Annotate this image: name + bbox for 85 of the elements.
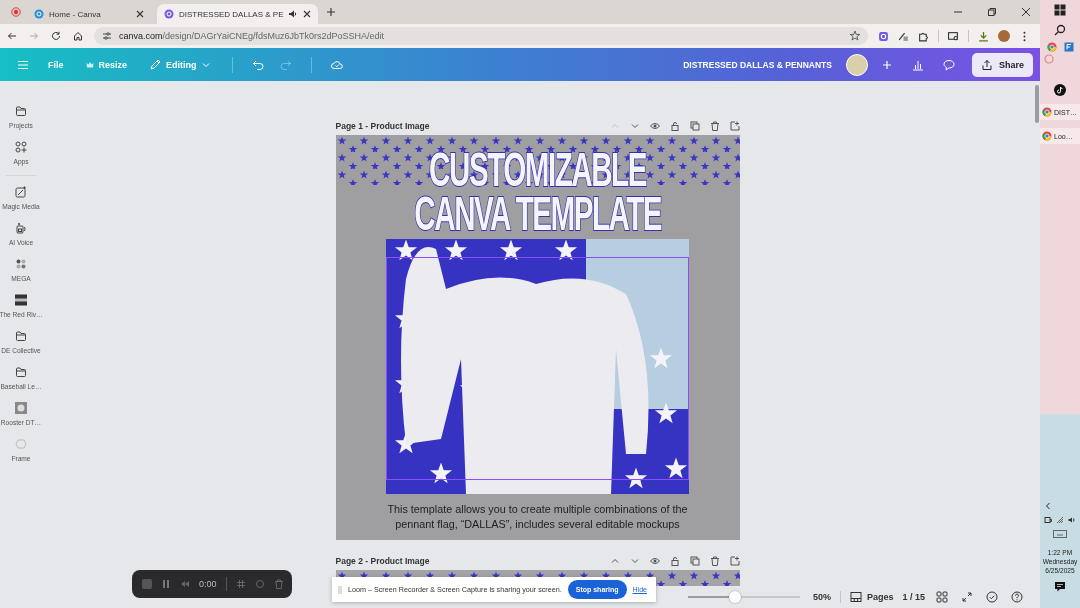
restore-icon[interactable] (987, 7, 997, 17)
pause-icon[interactable] (161, 579, 171, 589)
slider-thumb[interactable] (728, 591, 741, 603)
new-tab-icon[interactable] (326, 7, 337, 17)
trash-icon[interactable] (273, 579, 284, 589)
fullscreen-icon[interactable] (961, 591, 973, 603)
trash-icon[interactable] (709, 121, 720, 131)
folder-icon (15, 105, 27, 117)
close-icon[interactable] (303, 10, 312, 18)
rewind-icon[interactable] (180, 579, 190, 589)
apps-icon (15, 141, 27, 153)
chrome-icon[interactable] (1046, 42, 1057, 52)
cloud-check-icon[interactable] (330, 58, 343, 71)
caption-text[interactable]: This template allows you to create multiple combinations of the pennant flag, “DALLAS”, includes several editable mockups (367, 502, 708, 532)
duplicate-icon[interactable] (689, 556, 700, 566)
trash-icon[interactable] (709, 556, 720, 566)
chrome-icon (1042, 107, 1052, 117)
keyboard-icon[interactable] (1053, 530, 1067, 538)
pages-icon (849, 591, 862, 603)
zoom-reading[interactable]: 50% (812, 592, 831, 602)
eye-icon[interactable] (649, 556, 660, 566)
grid-icon[interactable] (235, 579, 246, 589)
browser-tab[interactable]: Home - Canva (27, 4, 151, 24)
magic-image-icon (15, 186, 27, 198)
back-icon[interactable] (7, 31, 17, 41)
zoom-slider[interactable] (687, 591, 800, 603)
add-page-icon[interactable] (729, 556, 740, 566)
page-counter: 1 / 15 (902, 592, 925, 602)
notification-icon[interactable] (1054, 581, 1066, 593)
share-icon (981, 58, 993, 71)
download-icon[interactable] (978, 30, 989, 42)
grid-view-icon[interactable] (936, 591, 948, 603)
duplicate-icon[interactable] (689, 121, 700, 131)
crown-icon (85, 60, 94, 69)
folder-icon (15, 330, 27, 342)
drag-handle-icon[interactable] (338, 584, 342, 595)
windows-logo-icon[interactable] (1054, 4, 1066, 16)
site-info-icon[interactable] (102, 31, 112, 41)
canva-logo-icon (164, 9, 174, 19)
app-icon[interactable] (1063, 42, 1074, 52)
comment-icon[interactable] (943, 58, 955, 71)
home-icon[interactable] (73, 31, 83, 41)
add-page-icon[interactable] (729, 121, 740, 131)
chevron-left-icon[interactable] (1044, 502, 1052, 510)
page-title: Page 2 - Product Image (335, 556, 430, 566)
lock-icon[interactable] (669, 556, 680, 566)
chevron-down-icon (201, 60, 210, 69)
record-icon[interactable] (11, 7, 21, 17)
eye-icon[interactable] (649, 121, 660, 131)
design-title[interactable]: DISTRESSED DALLAS & PENNANTS (683, 59, 832, 70)
tiktok-note-icon[interactable] (1054, 84, 1066, 96)
volume-icon[interactable] (1068, 516, 1076, 524)
extension-icon[interactable] (878, 30, 889, 42)
check-icon[interactable] (986, 591, 998, 603)
analytics-icon[interactable] (912, 58, 924, 71)
reload-icon[interactable] (51, 31, 61, 41)
plus-icon[interactable] (881, 58, 893, 71)
scrollbar-thumb[interactable] (1034, 85, 1039, 123)
app-grid-icon (15, 258, 27, 270)
frame-icon (15, 438, 27, 450)
profile-avatar[interactable] (998, 30, 1010, 42)
speaker-icon[interactable] (288, 9, 299, 19)
browser-tab[interactable]: DISTRESSED DALLAS & PE (157, 4, 319, 24)
page-title: Page 1 - Product Image (335, 121, 430, 131)
app-thumbnail-icon (15, 402, 27, 414)
folder-icon (15, 366, 27, 378)
close-icon[interactable] (1021, 7, 1031, 17)
recording-time: 0:00 (199, 579, 217, 589)
app-thumbnail-icon (15, 294, 27, 306)
undo-icon[interactable] (251, 58, 264, 71)
chrome-icon (1042, 131, 1052, 141)
pages-button[interactable]: Pages (849, 591, 894, 603)
pencil-icon (149, 58, 162, 71)
canva-logo-icon (34, 9, 44, 19)
search-icon[interactable] (1054, 24, 1066, 36)
share-button[interactable]: Share (972, 52, 1033, 77)
tab-search-icon[interactable] (948, 30, 959, 42)
close-icon[interactable] (136, 10, 144, 18)
voice-app-icon (15, 222, 27, 234)
lock-icon[interactable] (669, 121, 680, 131)
help-icon[interactable] (1011, 591, 1023, 603)
puzzle-icon[interactable] (918, 30, 929, 42)
address-field[interactable]: canva.com/design/DAGrYaiCNEg/fdsMuz6JbTk0rs2dPoSSHA/edit (94, 27, 868, 45)
bookmark-star-icon[interactable] (850, 31, 860, 41)
user-avatar[interactable] (846, 53, 868, 76)
